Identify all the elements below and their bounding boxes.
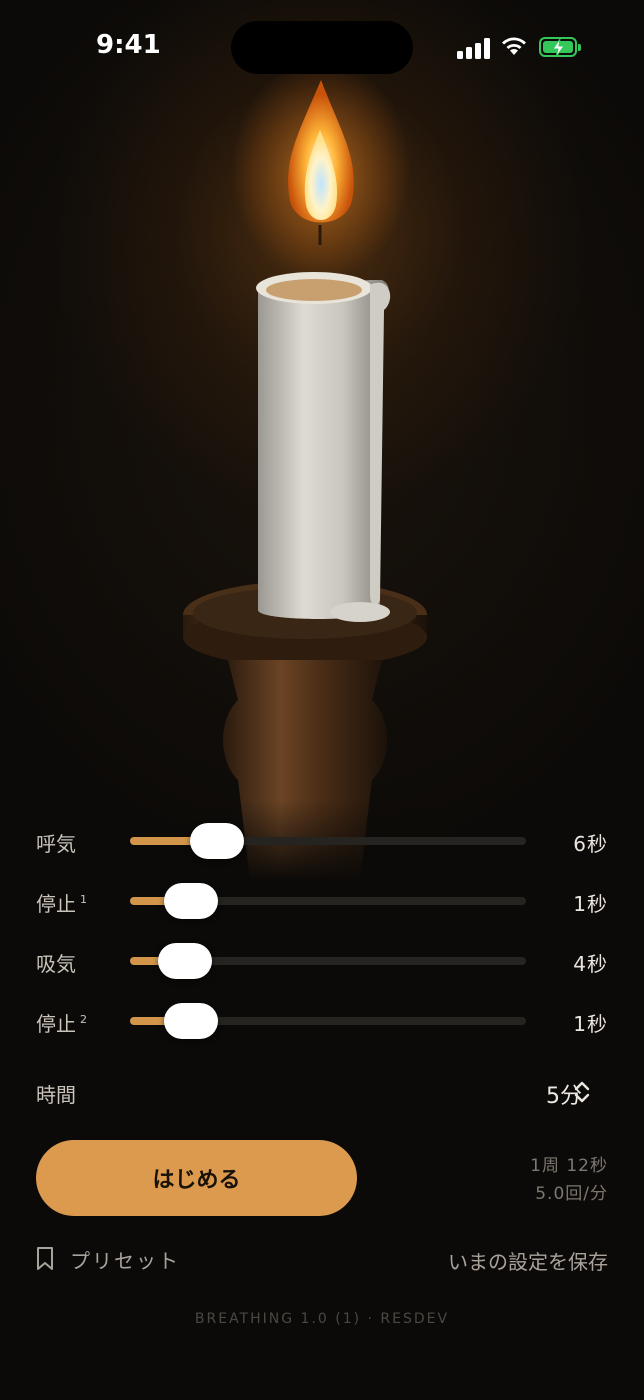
exhale-label: 呼気 [36, 832, 76, 856]
slider-row-hold-1: 停止 1 1秒 [36, 880, 608, 920]
cycle-info: 1周 12秒 5.0回/分 [530, 1152, 608, 1208]
start-button[interactable]: はじめる [36, 1140, 357, 1216]
exhale-slider-thumb[interactable] [190, 823, 245, 859]
preset-button[interactable]: プリセット [36, 1244, 180, 1274]
hold-1-label: 停止 [36, 892, 76, 916]
hold-2-superscript: 2 [80, 1013, 87, 1026]
exhale-slider[interactable] [130, 823, 526, 859]
inhale-value: 4秒 [573, 952, 608, 976]
hold-1-superscript: 1 [80, 893, 87, 906]
hold-2-value: 1秒 [573, 1012, 608, 1036]
hold-1-slider[interactable] [130, 883, 526, 919]
wifi-icon [502, 37, 526, 55]
cycle-length-text: 1周 12秒 [530, 1156, 608, 1176]
hold-2-slider-thumb[interactable] [164, 1003, 219, 1039]
hold-2-slider[interactable] [130, 1003, 526, 1039]
inhale-slider[interactable] [130, 943, 526, 979]
battery-icon [539, 37, 581, 58]
status-bar: 9:41 [0, 0, 644, 95]
slider-row-exhale: 呼気 6秒 [36, 820, 608, 860]
chevron-updown-icon[interactable] [572, 1081, 592, 1103]
slider-row-inhale: 吸気 4秒 [36, 940, 608, 980]
exhale-value: 6秒 [573, 832, 608, 856]
status-time: 9:41 [96, 30, 161, 60]
candle-illustration [180, 60, 440, 880]
preset-label: プリセット [70, 1248, 180, 1273]
hold-1-value: 1秒 [573, 892, 608, 916]
bookmark-icon [37, 1247, 53, 1270]
dynamic-island [231, 21, 413, 74]
breath-rate-text: 5.0回/分 [535, 1184, 608, 1204]
duration-label: 時間 [36, 1083, 76, 1107]
save-settings-button[interactable]: いまの設定を保存 [448, 1246, 608, 1275]
slider-row-hold-2: 停止 2 1秒 [36, 1000, 608, 1040]
hold-1-slider-thumb[interactable] [164, 883, 219, 919]
signal-icon [457, 37, 491, 59]
inhale-slider-thumb[interactable] [158, 943, 213, 979]
version-footer: BREATHING 1.0 (1) · RESDEV [194, 1311, 450, 1327]
inhale-label: 吸気 [36, 952, 76, 976]
hold-2-label: 停止 [36, 1012, 76, 1036]
